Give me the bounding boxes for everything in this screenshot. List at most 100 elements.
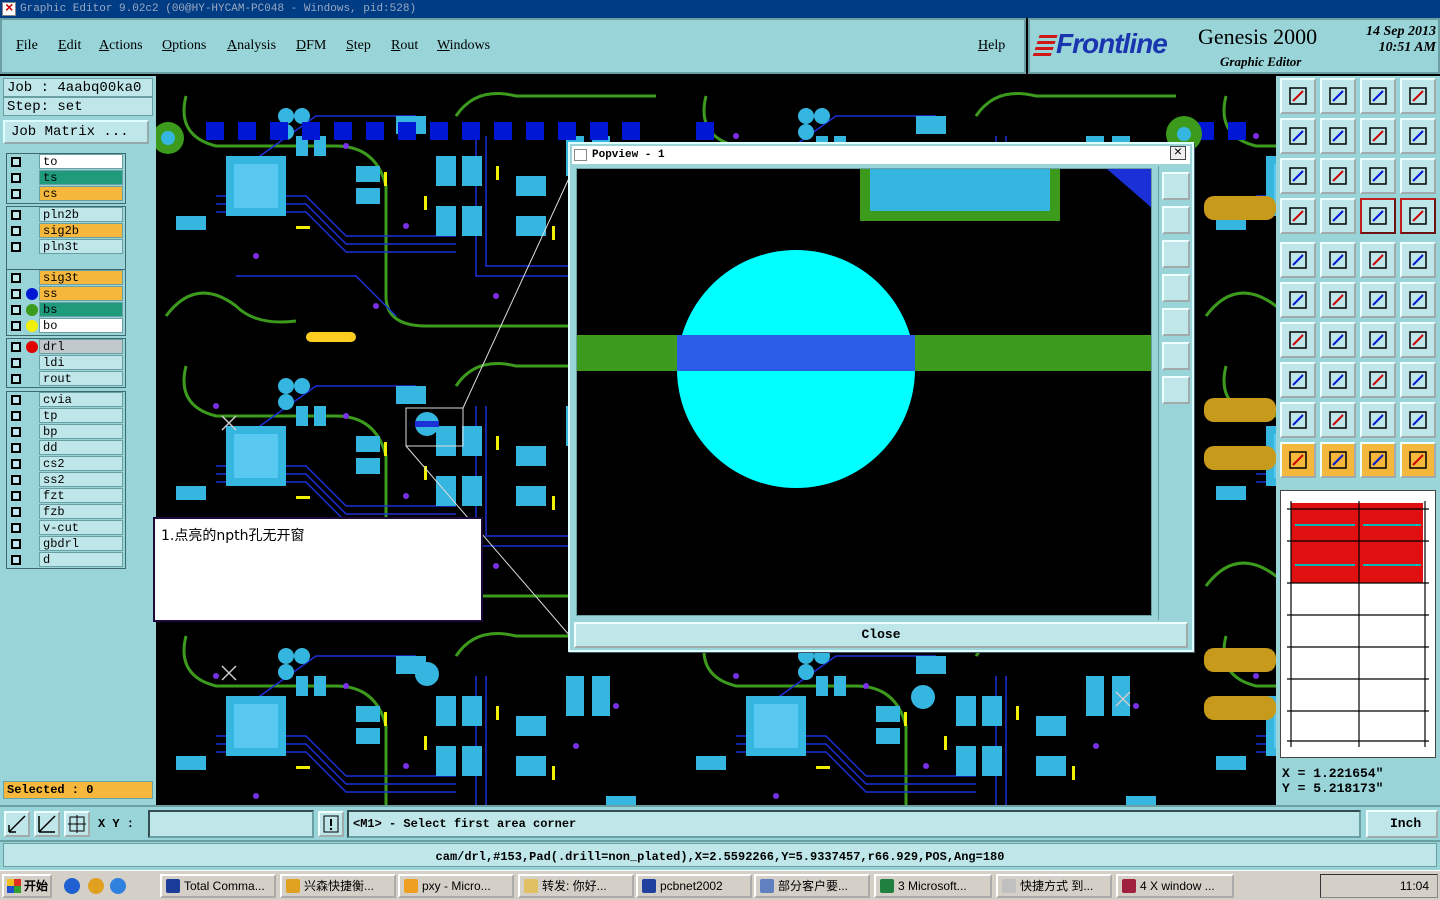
layer-row-bo[interactable]: bo (7, 318, 125, 334)
measure-icon[interactable] (1280, 198, 1316, 234)
layer-checkbox[interactable] (11, 411, 21, 421)
layer-checkbox[interactable] (11, 342, 21, 352)
layer-row-fzb[interactable]: fzb (7, 504, 125, 520)
layer-row-d[interactable]: d (7, 552, 125, 568)
layer-row-cvia[interactable]: cvia (7, 392, 125, 408)
select-layer-icon[interactable] (1280, 78, 1316, 114)
layer-checkbox[interactable] (11, 173, 21, 183)
popview-zoom-home-icon[interactable] (1162, 172, 1190, 200)
fit-view-icon[interactable] (1280, 158, 1316, 194)
pad-circle-icon[interactable] (1400, 242, 1436, 278)
pointer-route-icon[interactable] (1400, 442, 1436, 478)
menu-rout[interactable]: Rout (391, 38, 418, 54)
taskbar-item[interactable]: 快捷方式 到... (996, 874, 1112, 898)
menu-step[interactable]: Step (346, 38, 371, 54)
flip-icon[interactable] (1400, 322, 1436, 358)
layer-checkbox[interactable] (11, 226, 21, 236)
folder-quicklaunch-icon[interactable] (88, 878, 104, 894)
layer-checkbox[interactable] (11, 242, 21, 252)
pointer-icon[interactable] (1280, 442, 1316, 478)
layer-row-bp[interactable]: bp (7, 424, 125, 440)
popview-pan-left-icon[interactable] (1162, 274, 1190, 302)
pointer-box-icon[interactable] (1320, 442, 1356, 478)
layer-checkbox[interactable] (11, 395, 21, 405)
arc-icon[interactable] (1360, 322, 1396, 358)
ie-quicklaunch-icon[interactable] (64, 878, 80, 894)
start-button[interactable]: 开始 (2, 874, 52, 898)
taskbar-item[interactable]: pxy - Micro... (398, 874, 514, 898)
layer-row-ss[interactable]: ss (7, 286, 125, 302)
layer-checkbox[interactable] (11, 305, 21, 315)
layer-checkbox[interactable] (11, 157, 21, 167)
layer-row-gbdrl[interactable]: gbdrl (7, 536, 125, 552)
layer-row-pln2b[interactable]: pln2b (7, 207, 125, 223)
layer-checkbox[interactable] (11, 475, 21, 485)
layer-row-ts[interactable]: ts (7, 170, 125, 186)
layer-checkbox[interactable] (11, 507, 21, 517)
undo-icon[interactable] (1360, 118, 1396, 154)
menu-actions[interactable]: Actions (99, 38, 143, 54)
layer-row-sig2b[interactable]: sig2b (7, 223, 125, 239)
unit-selector[interactable]: Inch ▬ (1366, 810, 1438, 855)
menu-dfm[interactable]: DFM (296, 38, 326, 54)
snap-angle-icon[interactable] (34, 811, 60, 837)
window-split-icon[interactable] (1400, 78, 1436, 114)
layer-checkbox[interactable] (11, 189, 21, 199)
add-pad-icon[interactable] (1280, 242, 1316, 278)
layer-checkbox[interactable] (11, 555, 21, 565)
layer-checkbox[interactable] (11, 491, 21, 501)
layer-row-fzt[interactable]: fzt (7, 488, 125, 504)
scale-1to2-icon[interactable] (1360, 158, 1396, 194)
popview-title-bar[interactable]: Popview - 1 (572, 146, 1190, 164)
layer-checkbox[interactable] (11, 273, 21, 283)
delete-feature-icon[interactable] (1320, 282, 1356, 318)
zoom-center-icon[interactable] (1320, 158, 1356, 194)
job-matrix-button[interactable]: Job Matrix ... (3, 120, 149, 144)
redo-icon[interactable] (1400, 118, 1436, 154)
angle-icon[interactable] (1280, 322, 1316, 358)
layer-checkbox[interactable] (11, 358, 21, 368)
layer-checkbox[interactable] (11, 539, 21, 549)
taskbar-item[interactable]: 部分客户要... (754, 874, 870, 898)
net-icon[interactable] (1280, 282, 1316, 318)
layer-row-ldi[interactable]: ldi (7, 355, 125, 371)
connect-icon[interactable] (1360, 282, 1396, 318)
layer-checkbox[interactable] (11, 523, 21, 533)
layer-row-rout[interactable]: rout (7, 371, 125, 387)
layer-checkbox[interactable] (11, 321, 21, 331)
triangle-icon[interactable] (1280, 402, 1316, 438)
taskbar-item[interactable]: Total Comma... (160, 874, 276, 898)
menu-edit[interactable]: Edit (58, 38, 81, 54)
line-draw-icon[interactable] (1320, 322, 1356, 358)
layer-checkbox[interactable] (11, 210, 21, 220)
popview-close-button[interactable]: Close (574, 622, 1188, 648)
menu-analysis[interactable]: Analysis (227, 38, 276, 54)
arch-icon[interactable] (1360, 402, 1396, 438)
layer-checkbox[interactable] (11, 443, 21, 453)
add-line-icon[interactable] (1320, 242, 1356, 278)
popview-pan-right-icon[interactable] (1162, 308, 1190, 336)
unselect-icon[interactable] (1320, 78, 1356, 114)
layer-row-cs2[interactable]: cs2 (7, 456, 125, 472)
layer-row-drl[interactable]: drl (7, 339, 125, 355)
menu-file[interactable]: File (16, 38, 38, 54)
break-icon[interactable] (1400, 282, 1436, 318)
layer-checkbox[interactable] (11, 427, 21, 437)
copy-icon[interactable] (1400, 362, 1436, 398)
polygon-icon[interactable] (1320, 402, 1356, 438)
snap-center-icon[interactable] (64, 811, 90, 837)
pointer-select-icon[interactable] (1360, 442, 1396, 478)
popview-zoom-in-icon[interactable] (1162, 342, 1190, 370)
taskbar-item[interactable]: 兴森快捷衡... (280, 874, 396, 898)
trace-icon[interactable] (1320, 362, 1356, 398)
popview-close-icon[interactable]: × (1170, 146, 1186, 160)
layer-row-bs[interactable]: bs (7, 302, 125, 318)
taskbar-item[interactable]: 3 Microsoft... (874, 874, 992, 898)
menu-help[interactable]: Help (978, 38, 1005, 54)
snap-red2-icon[interactable] (1400, 198, 1436, 234)
taskbar-item[interactable]: 转发: 你好... (518, 874, 634, 898)
layer-row-dd[interactable]: dd (7, 440, 125, 456)
popview-pan-up-icon[interactable] (1162, 206, 1190, 234)
move-left-icon[interactable] (1280, 118, 1316, 154)
popview-canvas[interactable] (576, 168, 1152, 616)
